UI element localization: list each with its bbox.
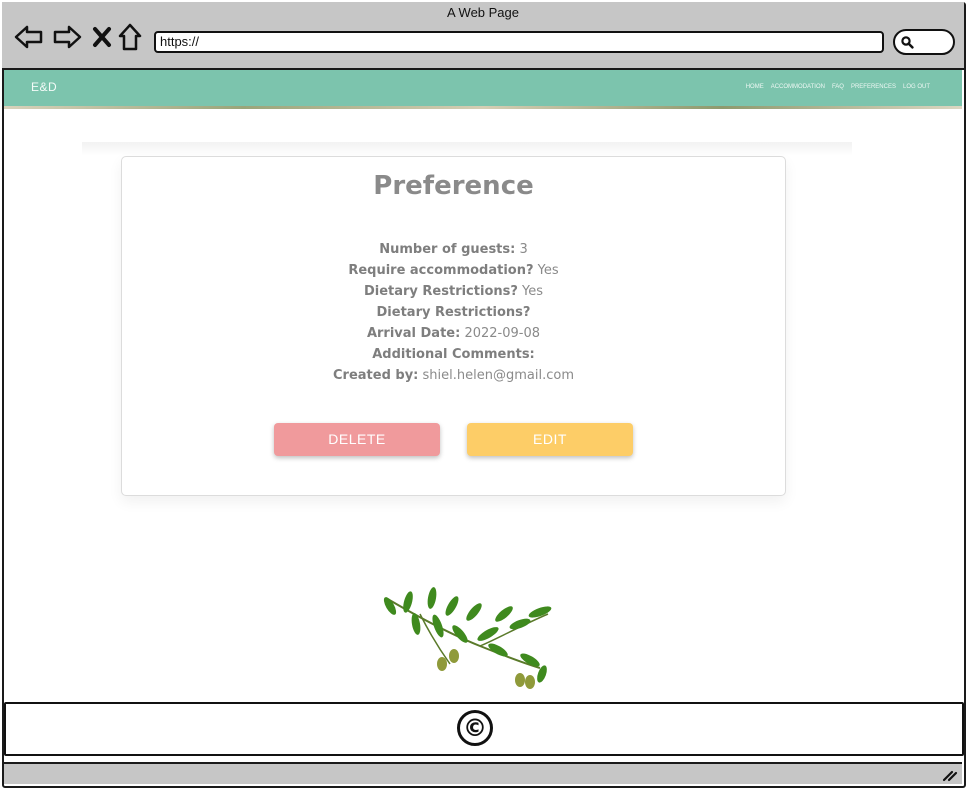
delete-button[interactable]: DELETE bbox=[274, 423, 440, 456]
detail-accommodation: Require accommodation? Yes bbox=[122, 260, 785, 281]
detail-label: Additional Comments: bbox=[372, 347, 535, 362]
nav-link-preferences[interactable]: PREFERENCES bbox=[851, 84, 896, 90]
brand-logo[interactable]: E&D bbox=[31, 80, 57, 94]
olive-branch-image bbox=[383, 587, 552, 689]
detail-value: Yes bbox=[522, 284, 544, 299]
status-bar bbox=[4, 762, 962, 784]
content-band bbox=[82, 142, 852, 156]
nav-link-faq[interactable]: FAQ bbox=[832, 84, 844, 90]
copyright-icon: © bbox=[457, 710, 493, 746]
site-footer: © bbox=[4, 702, 964, 756]
detail-label: Arrival Date: bbox=[366, 326, 461, 341]
home-icon[interactable] bbox=[115, 22, 145, 52]
detail-label: Dietary Restrictions? bbox=[376, 305, 531, 320]
detail-label: Require accommodation? bbox=[348, 263, 534, 278]
site-navbar: E&D HOME ACCOMMODATION FAQ PREFERENCES L… bbox=[4, 70, 962, 106]
page-title: Preference bbox=[373, 171, 534, 201]
resize-grip-icon[interactable] bbox=[942, 768, 958, 782]
preference-card: Preference Number of guests: 3 Require a… bbox=[121, 156, 786, 496]
detail-label: Dietary Restrictions? bbox=[363, 284, 518, 299]
browser-search-field[interactable] bbox=[893, 29, 955, 55]
detail-dietary-2: Dietary Restrictions? bbox=[122, 302, 785, 323]
preference-details: Number of guests: 3 Require accommodatio… bbox=[122, 239, 785, 386]
edit-button[interactable]: EDIT bbox=[467, 423, 633, 456]
detail-value: shiel.helen@gmail.com bbox=[422, 368, 574, 383]
search-icon bbox=[901, 36, 914, 49]
detail-label: Number of guests: bbox=[379, 242, 516, 257]
close-icon[interactable] bbox=[87, 22, 117, 52]
nav-link-accommodation[interactable]: ACCOMMODATION bbox=[771, 84, 825, 90]
detail-value: 3 bbox=[519, 242, 528, 257]
detail-value: Yes bbox=[537, 263, 559, 278]
detail-guests: Number of guests: 3 bbox=[122, 239, 785, 260]
window-title: A Web Page bbox=[446, 5, 520, 20]
detail-arrival-date: Arrival Date: 2022-09-08 bbox=[122, 323, 785, 344]
detail-created-by: Created by: shiel.helen@gmail.com bbox=[122, 365, 785, 386]
header-image-strip bbox=[4, 106, 962, 109]
back-icon[interactable] bbox=[14, 22, 44, 52]
forward-icon[interactable] bbox=[52, 22, 82, 52]
nav-links: HOME ACCOMMODATION FAQ PREFERENCES LOG O… bbox=[746, 84, 930, 90]
nav-link-logout[interactable]: LOG OUT bbox=[903, 84, 930, 90]
url-field[interactable]: https:// bbox=[154, 31, 884, 53]
detail-value: 2022-09-08 bbox=[464, 326, 541, 341]
nav-link-home[interactable]: HOME bbox=[746, 84, 764, 90]
detail-label: Created by: bbox=[333, 368, 419, 383]
detail-comments: Additional Comments: bbox=[122, 344, 785, 365]
detail-dietary: Dietary Restrictions? Yes bbox=[122, 281, 785, 302]
